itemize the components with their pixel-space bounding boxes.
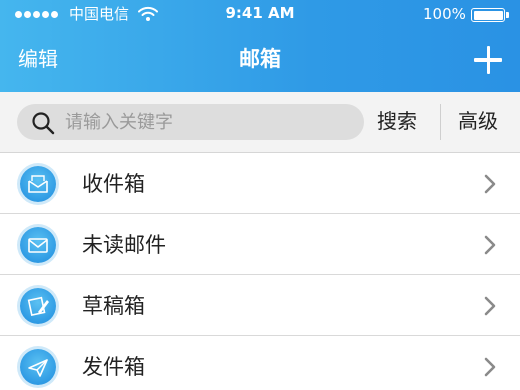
divider bbox=[440, 104, 441, 140]
plus-icon[interactable] bbox=[474, 45, 504, 75]
search-icon bbox=[32, 112, 55, 135]
page-title: 邮箱 bbox=[239, 47, 281, 71]
status-bar: 中国电信 9:41 AM 100% bbox=[0, 0, 520, 30]
advanced-search-button[interactable]: 高级 bbox=[458, 109, 498, 133]
app-header: 中国电信 9:41 AM 100% 编辑 邮箱 bbox=[0, 0, 520, 92]
mailbox-label: 发件箱 bbox=[82, 355, 145, 379]
send-icon bbox=[20, 349, 56, 385]
chevron-right-icon bbox=[484, 357, 496, 377]
mailbox-list: 收件箱 未读邮件 草稿箱 发件箱 bbox=[0, 153, 520, 390]
chevron-right-icon bbox=[484, 296, 496, 316]
mailbox-row-unread[interactable]: 未读邮件 bbox=[0, 214, 520, 275]
chevron-right-icon bbox=[484, 235, 496, 255]
search-bar: 搜索 高级 bbox=[0, 92, 520, 153]
envelope-icon bbox=[20, 227, 56, 263]
mailbox-label: 未读邮件 bbox=[82, 233, 166, 257]
battery-percentage: 100% bbox=[423, 5, 466, 23]
search-button[interactable]: 搜索 bbox=[377, 109, 417, 133]
inbox-icon bbox=[20, 166, 56, 202]
chevron-right-icon bbox=[484, 174, 496, 194]
mailbox-row-inbox[interactable]: 收件箱 bbox=[0, 153, 520, 214]
battery-icon bbox=[471, 8, 509, 22]
mailbox-label: 收件箱 bbox=[82, 172, 145, 196]
mailbox-row-drafts[interactable]: 草稿箱 bbox=[0, 275, 520, 336]
draft-icon bbox=[20, 288, 56, 324]
search-field[interactable] bbox=[17, 104, 364, 140]
mailbox-row-outbox[interactable]: 发件箱 bbox=[0, 336, 520, 390]
mailbox-label: 草稿箱 bbox=[82, 294, 145, 318]
search-input[interactable] bbox=[65, 108, 345, 136]
